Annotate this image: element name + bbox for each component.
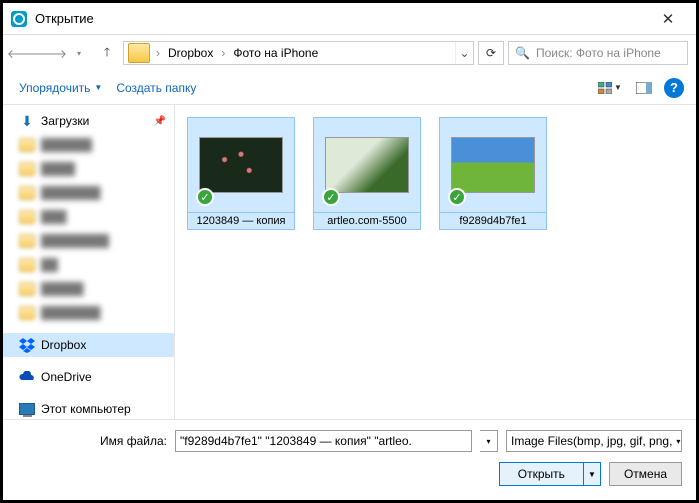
folder-icon [128,43,150,63]
open-dialog: Открытие ✕ 🡐 🡒 ▾ 🡑 › Dropbox › Фото на i… [0,0,699,503]
search-input[interactable]: 🔍 Поиск: Фото на iPhone [508,41,688,65]
up-button[interactable]: 🡑 [95,41,119,65]
sidebar-item-label: ████ [41,162,75,176]
folder-icon [19,258,35,272]
footer: Имя файла: "f9289d4b7fe1" "1203849 — коп… [3,419,696,500]
download-icon: ⬇ [19,113,35,129]
image-preview [451,137,535,193]
cancel-button-label: Отмена [624,467,667,481]
sidebar-item-label: ███ [41,210,67,224]
image-preview [199,137,283,193]
file-thumbnail[interactable]: ✓ f9289d4b7fe1 [439,117,547,230]
sidebar-item-dropbox[interactable]: Dropbox [3,333,174,357]
refresh-button[interactable]: ⟳ [478,41,504,65]
computer-icon [19,403,35,415]
sidebar-item-downloads[interactable]: ⬇ Загрузки 📌 [3,109,174,133]
help-button[interactable]: ? [664,78,684,98]
filter-label: Image Files(bmp, jpg, gif, png, [511,434,672,448]
view-mode-button[interactable]: ▼ [596,76,624,100]
file-type-filter[interactable]: Image Files(bmp, jpg, gif, png, ▾ [506,430,682,452]
close-button[interactable]: ✕ [648,10,688,28]
sidebar-item-label: ████████ [41,234,109,248]
new-folder-button[interactable]: Создать папку [112,77,200,99]
sidebar-item-thispc[interactable]: Этот компьютер [3,397,174,419]
nav-row: 🡐 🡒 ▾ 🡑 › Dropbox › Фото на iPhone ⌄ ⟳ 🔍… [3,35,696,71]
open-button[interactable]: Открыть ▼ [499,462,601,486]
folder-icon [19,138,35,152]
folder-icon [19,234,35,248]
sidebar-item-folder[interactable]: █████ [3,277,174,301]
sidebar-item-folder[interactable]: ██████ [3,133,174,157]
breadcrumb-seg-dropbox[interactable]: Dropbox [162,42,219,64]
sidebar-item-label: OneDrive [41,370,92,384]
titlebar: Открытие ✕ [3,3,696,35]
file-thumbnail[interactable]: ✓ 1203849 — копия [187,117,295,230]
search-icon: 🔍 [515,46,530,60]
file-name: 1203849 — копия [187,213,295,230]
chevron-right-icon: › [219,46,227,60]
filename-history-dropdown[interactable]: ▾ [480,430,498,452]
dropbox-icon [19,337,35,353]
sidebar-item-label: Этот компьютер [41,402,131,416]
image-preview [325,137,409,193]
back-button[interactable]: 🡐 [11,41,35,65]
folder-icon [19,162,35,176]
folder-icon [19,210,35,224]
sidebar-item-label: ██ [41,258,58,272]
sidebar-item-label: Загрузки [41,114,89,128]
breadcrumb[interactable]: › Dropbox › Фото на iPhone ⌄ [123,41,474,65]
sidebar: ⬇ Загрузки 📌 ██████ ████ ███████ ███ ███… [3,105,175,419]
breadcrumb-dropdown[interactable]: ⌄ [455,42,473,64]
chevron-right-icon: › [154,46,162,60]
sidebar-item-label: Dropbox [41,338,86,352]
forward-button[interactable]: 🡒 [39,41,63,65]
sidebar-item-label: ███████ [41,306,101,320]
filename-value: "f9289d4b7fe1" "1203849 — копия" "artleo… [180,434,412,448]
sidebar-item-folder[interactable]: ███ [3,205,174,229]
file-name: artleo.com-5500 [313,213,421,230]
check-icon: ✓ [448,188,466,206]
recent-dropdown[interactable]: ▾ [67,41,91,65]
chevron-down-icon: ▼ [614,83,622,92]
chevron-down-icon: ▾ [676,437,680,446]
file-name: f9289d4b7fe1 [439,213,547,230]
sidebar-item-onedrive[interactable]: OneDrive [3,365,174,389]
organize-label: Упорядочить [19,81,90,95]
organize-menu[interactable]: Упорядочить ▼ [15,77,106,99]
filename-input[interactable]: "f9289d4b7fe1" "1203849 — копия" "artleo… [175,430,472,452]
pin-icon: 📌 [154,116,166,127]
newfolder-label: Создать папку [116,81,196,95]
preview-pane-button[interactable] [630,76,658,100]
body: ⬇ Загрузки 📌 ██████ ████ ███████ ███ ███… [3,105,696,419]
filename-label: Имя файла: [17,434,167,448]
preview-pane-icon [636,82,652,94]
file-list[interactable]: ✓ 1203849 — копия ✓ artleo.com-5500 ✓ f9… [175,105,696,419]
app-icon [11,11,27,27]
folder-icon [19,306,35,320]
check-icon: ✓ [196,188,214,206]
sidebar-item-label: ██████ [41,138,92,152]
file-thumbnail[interactable]: ✓ artleo.com-5500 [313,117,421,230]
folder-icon [19,186,35,200]
sidebar-item-label: ███████ [41,186,101,200]
folder-icon [19,282,35,296]
open-button-label: Открыть [500,463,584,485]
sidebar-item-folder[interactable]: ██ [3,253,174,277]
sidebar-item-folder[interactable]: ███████ [3,301,174,325]
check-icon: ✓ [322,188,340,206]
toolbar: Упорядочить ▼ Создать папку ▼ ? [3,71,696,105]
sidebar-item-folder[interactable]: ████ [3,157,174,181]
thumbnails-icon [598,82,612,94]
sidebar-item-folder[interactable]: ████████ [3,229,174,253]
cancel-button[interactable]: Отмена [609,462,682,486]
search-placeholder: Поиск: Фото на iPhone [536,46,661,60]
sidebar-item-folder[interactable]: ███████ [3,181,174,205]
sidebar-item-label: █████ [41,282,84,296]
window-title: Открытие [35,11,648,26]
open-split-dropdown[interactable]: ▼ [584,470,600,479]
chevron-down-icon: ▼ [94,83,102,92]
breadcrumb-seg-photos[interactable]: Фото на iPhone [227,42,324,64]
onedrive-icon [19,371,35,383]
